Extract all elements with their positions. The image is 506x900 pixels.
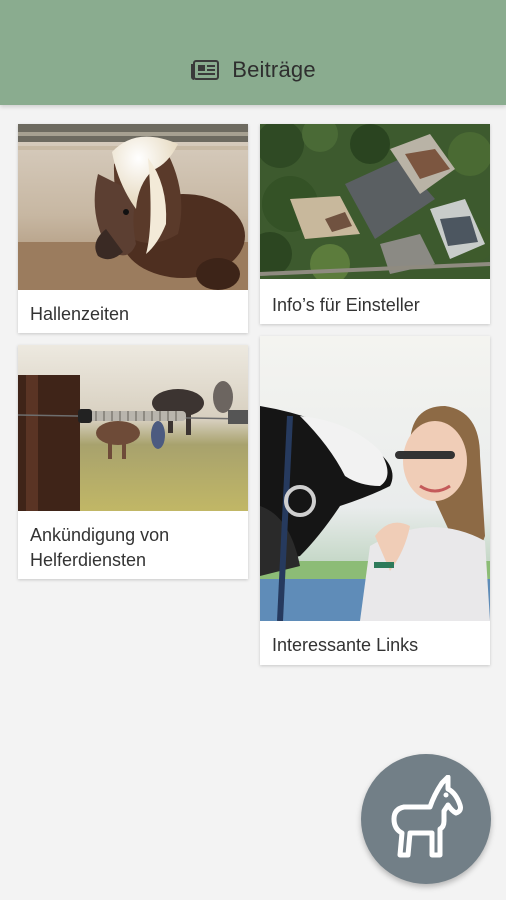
card-hallenzeiten[interactable]: Hallenzeiten [18, 124, 248, 333]
girl-horse-photo [260, 336, 490, 621]
page-title: Beiträge [232, 56, 316, 82]
aerial-stable-photo [260, 124, 490, 279]
header-title-group: Beiträge [190, 57, 316, 83]
horse-icon [391, 775, 463, 858]
fence-photo [18, 345, 248, 511]
newspaper-icon [191, 59, 220, 80]
app-header: Beiträge [0, 0, 506, 105]
horse-fab-button[interactable] [361, 754, 491, 884]
card-label: Info’s für Einsteller [272, 295, 420, 315]
pony-photo [18, 124, 248, 290]
card-label: Hallenzeiten [30, 304, 130, 324]
card-interessante-links[interactable]: Interessante Links [260, 336, 490, 665]
card-label: Ankündigung von Helferdiensten [30, 525, 170, 570]
card-ankuendigung-helferdienste[interactable]: Ankündigung von Helferdiensten [18, 345, 248, 579]
card-infos-fuer-einsteller[interactable]: Info’s für Einsteller [260, 124, 490, 324]
card-label: Interessante Links [272, 635, 419, 655]
